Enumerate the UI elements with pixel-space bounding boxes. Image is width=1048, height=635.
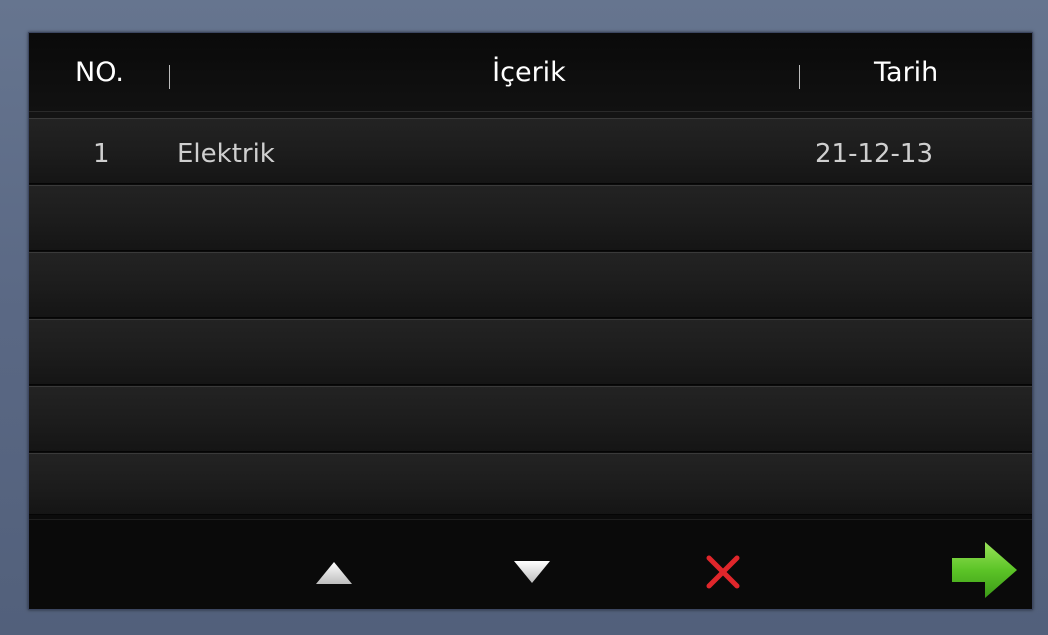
- bottom-toolbar: [29, 519, 1032, 609]
- next-button[interactable]: [949, 538, 1021, 602]
- column-separator: [799, 65, 800, 89]
- table-row[interactable]: [29, 185, 1032, 251]
- column-header-content: İçerik: [492, 57, 566, 88]
- table-row[interactable]: [29, 252, 1032, 318]
- table-row[interactable]: 1 Elektrik 21-12-13: [29, 118, 1032, 184]
- scroll-down-button[interactable]: [512, 559, 552, 585]
- triangle-up-icon: [316, 562, 352, 584]
- message-list-panel: NO. İçerik Tarih 1 Elektrik 21-12-13: [29, 33, 1032, 609]
- table-row[interactable]: [29, 386, 1032, 452]
- scroll-up-button[interactable]: [314, 560, 354, 586]
- row-number: 1: [93, 139, 110, 169]
- table-body: 1 Elektrik 21-12-13: [29, 118, 1032, 516]
- table-header: NO. İçerik Tarih: [29, 33, 1032, 112]
- delete-button[interactable]: [704, 553, 742, 591]
- column-header-date: Tarih: [874, 57, 939, 88]
- row-content: Elektrik: [177, 139, 275, 169]
- column-header-no: NO.: [75, 57, 124, 88]
- red-x-icon: [706, 555, 740, 589]
- table-row[interactable]: [29, 319, 1032, 385]
- column-separator: [169, 65, 170, 89]
- table-row[interactable]: [29, 453, 1032, 515]
- green-arrow-right-icon: [952, 542, 1017, 598]
- row-date: 21-12-13: [815, 139, 934, 169]
- triangle-down-icon: [514, 561, 550, 583]
